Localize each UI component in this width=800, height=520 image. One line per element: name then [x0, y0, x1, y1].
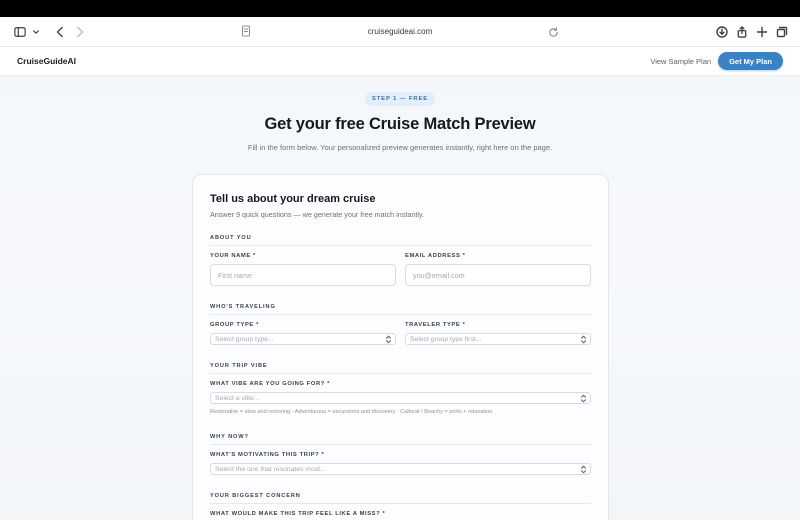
share-icon[interactable] [732, 22, 752, 42]
motivation-select[interactable]: Select the one that resonates most... [210, 463, 591, 475]
section-trip-vibe: YOUR TRIP VIBE [210, 363, 591, 374]
name-label: YOUR NAME * [210, 253, 256, 259]
step-badge: STEP 1 — FREE [364, 92, 436, 106]
address-bar[interactable]: cruiseguideai.com [0, 27, 800, 36]
section-why-now: WHY NOW? [210, 434, 591, 445]
group-type-select[interactable]: Select group type... [210, 333, 396, 345]
reload-icon[interactable] [548, 25, 560, 37]
vibe-value: Select a vibe... [215, 395, 260, 402]
section-biggest-concern: YOUR BIGGEST CONCERN [210, 493, 591, 504]
section-whos-traveling: WHO'S TRAVELING [210, 304, 591, 315]
traveler-type-select[interactable]: Select group type first... [405, 333, 591, 345]
traveler-type-label: TRAVELER TYPE * [405, 322, 466, 328]
section-about-you: ABOUT YOU [210, 235, 591, 246]
concern-label: WHAT WOULD MAKE THIS TRIP FEEL LIKE A MI… [210, 511, 386, 517]
group-type-value: Select group type... [215, 336, 274, 343]
select-chevron-icon [580, 394, 587, 403]
new-tab-icon[interactable] [752, 22, 772, 42]
web-page: CruiseGuideAI View Sample Plan Get My Pl… [0, 47, 800, 520]
form-subtitle: Answer 9 quick questions — we generate y… [210, 210, 424, 219]
select-chevron-icon [580, 335, 587, 344]
vibe-hint: Restorative = slow and restoring · Adven… [210, 409, 493, 415]
select-chevron-icon [580, 465, 587, 474]
name-input[interactable] [210, 264, 396, 286]
vibe-select[interactable]: Select a vibe... [210, 392, 591, 404]
device-status-bar [0, 0, 800, 17]
cruise-form-card: Tell us about your dream cruise Answer 9… [192, 174, 609, 520]
get-my-plan-button[interactable]: Get My Plan [718, 52, 783, 70]
traveler-type-value: Select group type first... [410, 336, 482, 343]
motivation-value: Select the one that resonates most... [215, 466, 326, 473]
email-label: EMAIL ADDRESS * [405, 253, 466, 259]
page-subtitle: Fill in the form below. Your personalize… [247, 143, 553, 152]
vibe-label: WHAT VIBE ARE YOU GOING FOR? * [210, 381, 330, 387]
view-sample-plan-link[interactable]: View Sample Plan [650, 57, 711, 66]
page-title: Get your free Cruise Match Preview [264, 115, 536, 133]
tab-overview-icon[interactable] [772, 22, 792, 42]
site-logo[interactable]: CruiseGuideAI [17, 56, 76, 66]
browser-toolbar: cruiseguideai.com [0, 17, 800, 47]
group-type-label: GROUP TYPE * [210, 322, 259, 328]
email-input[interactable] [405, 264, 591, 286]
site-header: CruiseGuideAI View Sample Plan Get My Pl… [0, 47, 800, 76]
download-icon[interactable] [712, 22, 732, 42]
form-title: Tell us about your dream cruise [210, 193, 376, 205]
motivation-label: WHAT'S MOTIVATING THIS TRIP? * [210, 452, 325, 458]
hero-section: STEP 1 — FREE Get your free Cruise Match… [0, 76, 800, 152]
select-chevron-icon [385, 335, 392, 344]
